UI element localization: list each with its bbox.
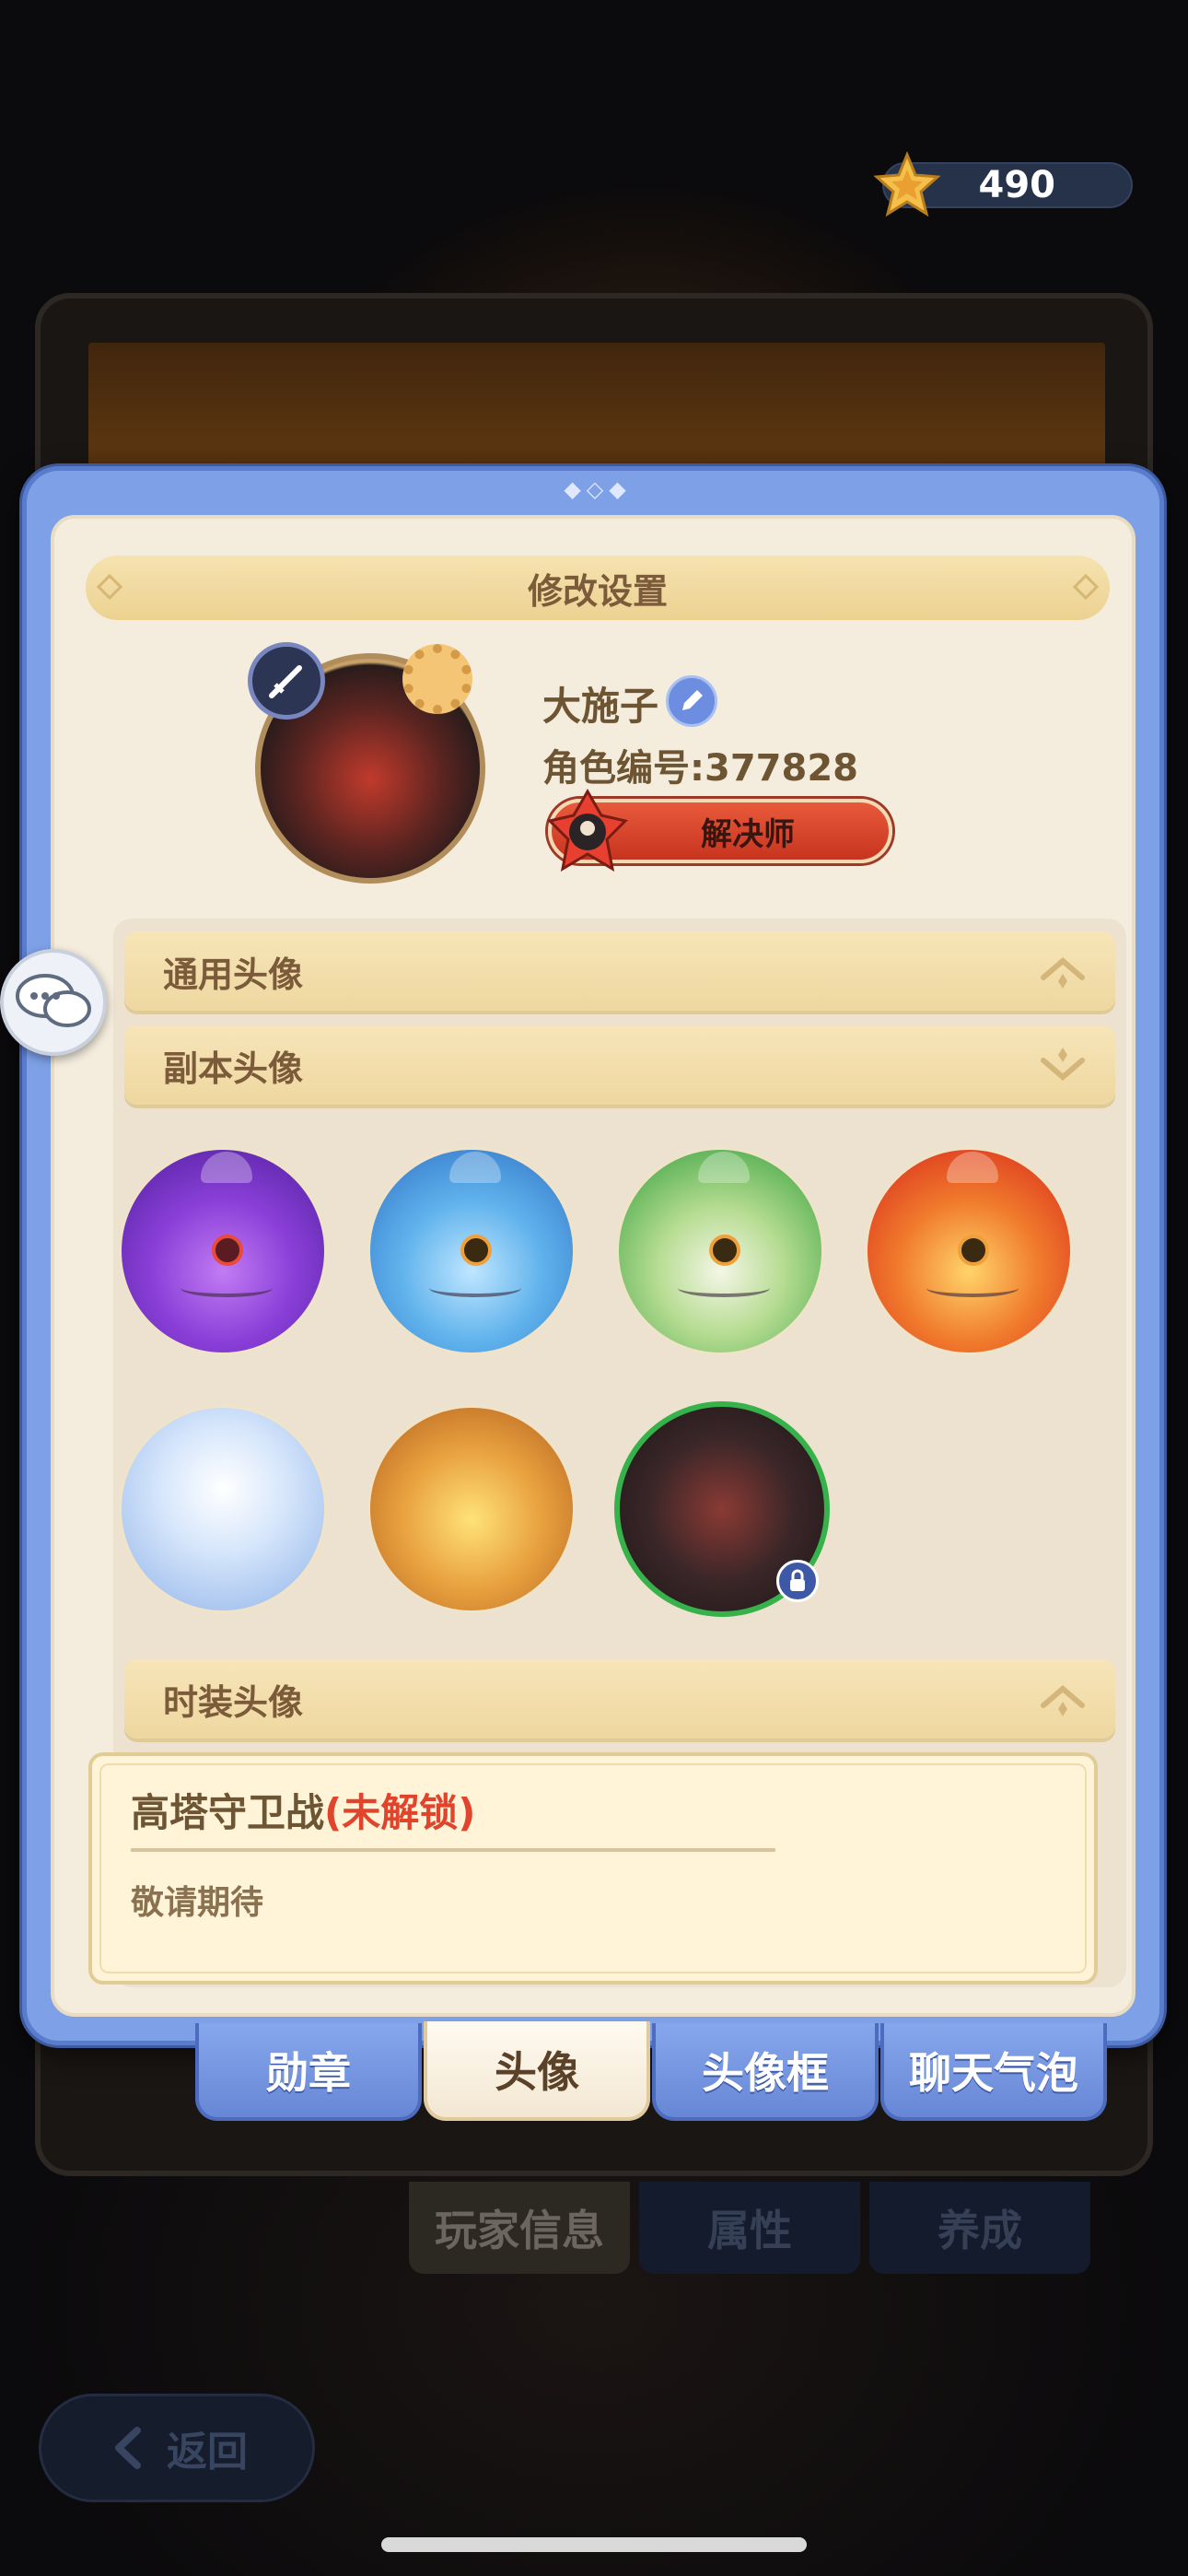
back-arrow-icon: [115, 2427, 141, 2469]
player-title-badge[interactable]: 解决师: [547, 788, 892, 872]
home-indicator[interactable]: [381, 2537, 807, 2552]
tab-cultivate[interactable]: 养成: [869, 2182, 1090, 2274]
slime-bow-icon: [449, 1152, 501, 1183]
info-title: 高塔守卫战(未解锁): [131, 1782, 475, 1838]
chevron-up-icon: [1041, 1685, 1085, 1716]
tab-chat-bubble[interactable]: 聊天气泡: [880, 2023, 1107, 2121]
slime-mouth-icon: [429, 1279, 521, 1297]
slime-bow-icon: [947, 1152, 998, 1183]
edit-name-button[interactable]: [666, 675, 717, 727]
back-label: 返回: [167, 2429, 248, 2476]
slime-mouth-icon: [181, 1279, 273, 1297]
info-description: 敬请期待: [131, 1884, 264, 1922]
slime-bow-icon: [201, 1152, 252, 1183]
slime-eye-icon: [212, 1235, 243, 1266]
currency-amount: 490: [978, 164, 1056, 206]
star-coin-icon: [873, 151, 941, 217]
tab-avatar[interactable]: 头像: [424, 2021, 650, 2121]
avatar-option-dark-dragon[interactable]: [614, 1401, 830, 1617]
currency-counter: 490: [873, 151, 1133, 217]
avatar-option-singer-girl[interactable]: [119, 1405, 327, 1613]
info-avatar-name: 高塔守卫战: [131, 1790, 325, 1835]
chat-bubbles-icon: [16, 974, 91, 1027]
tab-attributes[interactable]: 属性: [639, 2182, 860, 2274]
avatar-option-purple-slime[interactable]: [119, 1147, 327, 1355]
sword-rank-badge-icon: [248, 642, 325, 720]
section-common-avatars[interactable]: 通用头像: [124, 931, 1115, 1011]
back-button[interactable]: 返回: [39, 2394, 315, 2502]
slime-eye-icon: [709, 1235, 740, 1266]
player-id: 角色编号:377828: [542, 747, 858, 790]
tab-medals[interactable]: 勋章: [195, 2023, 422, 2121]
title-badge-label: 解决师: [701, 815, 795, 853]
lock-badge: [776, 1560, 819, 1602]
modal-title-bar: 修改设置: [86, 556, 1110, 620]
slime-eye-icon: [958, 1235, 989, 1266]
slime-mouth-icon: [678, 1279, 770, 1297]
slime-eye-icon: [460, 1235, 492, 1266]
section-dungeon-avatars[interactable]: 副本头像: [124, 1025, 1115, 1105]
tab-avatar-frame[interactable]: 头像框: [652, 2023, 879, 2121]
info-divider: [131, 1848, 775, 1852]
chat-button[interactable]: [0, 949, 107, 1056]
diamond-ornament-icon: [96, 573, 123, 601]
avatar-option-owl-warrior[interactable]: [367, 1405, 576, 1613]
tab-player-info[interactable]: 玩家信息: [409, 2182, 630, 2274]
avatar-option-red-slime[interactable]: [865, 1147, 1073, 1355]
info-lock-status: (未解锁): [324, 1790, 476, 1835]
gear-ornament-icon: [402, 644, 472, 714]
section-label: 副本头像: [163, 1048, 304, 1089]
ornament-icon: ◆◇◆: [564, 476, 632, 502]
current-avatar[interactable]: [248, 642, 489, 884]
section-label: 时装头像: [163, 1681, 304, 1723]
avatar-info-box: 高塔守卫战(未解锁) 敬请期待: [88, 1752, 1098, 1985]
section-label: 通用头像: [163, 954, 304, 995]
player-name: 大施子: [542, 684, 659, 729]
modal-title: 修改设置: [527, 570, 668, 612]
slime-mouth-icon: [926, 1279, 1019, 1297]
chevron-up-icon: [1041, 957, 1085, 989]
avatar-option-blue-slime[interactable]: [367, 1147, 576, 1355]
chevron-down-icon: [1041, 1048, 1085, 1081]
section-costume-avatars[interactable]: 时装头像: [124, 1659, 1115, 1739]
pencil-icon: [682, 690, 703, 710]
lock-icon: [790, 1569, 805, 1591]
title-emblem-icon: [547, 788, 628, 872]
avatar-option-green-slime[interactable]: [616, 1147, 824, 1355]
slime-bow-icon: [698, 1152, 750, 1183]
diamond-ornament-icon: [1072, 573, 1100, 601]
